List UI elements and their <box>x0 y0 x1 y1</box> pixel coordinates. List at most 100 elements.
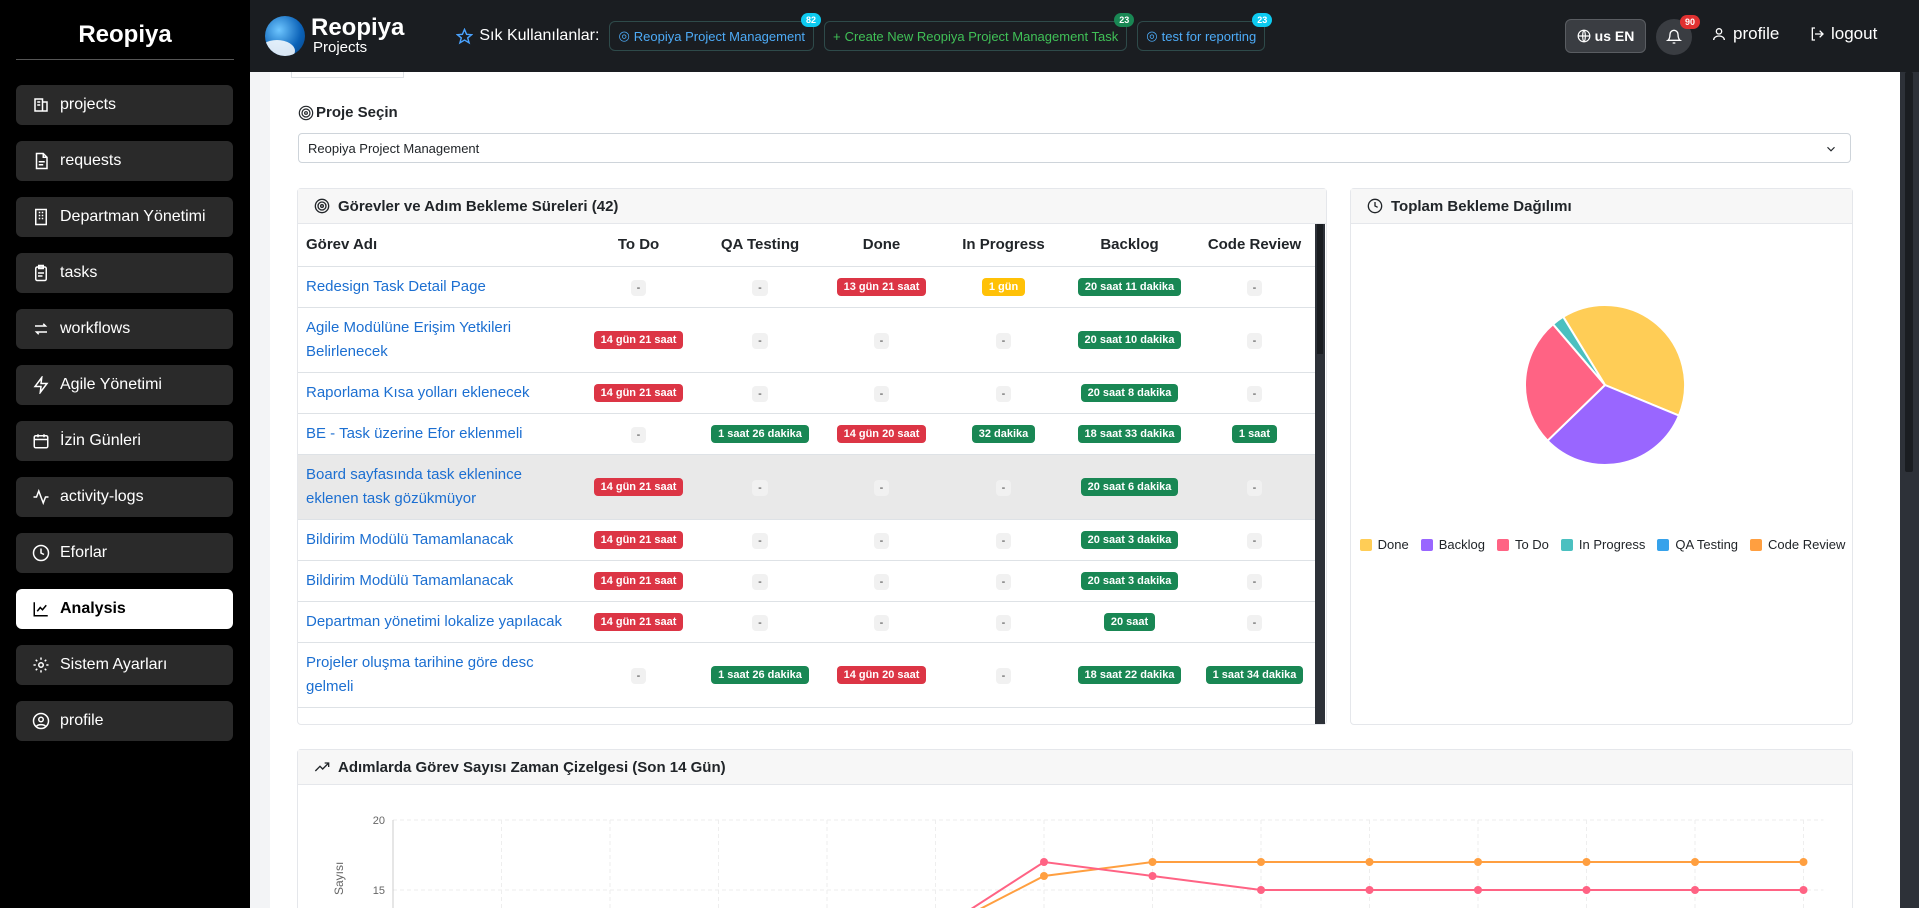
data-point[interactable] <box>1474 858 1482 866</box>
data-point[interactable] <box>1799 886 1808 894</box>
tasks-icon <box>35 264 47 282</box>
table-scrollbar[interactable] <box>1315 224 1325 724</box>
sidebar-item-profile[interactable]: profile <box>16 701 233 741</box>
sidebar-item-i-zin-g-nleri[interactable]: İzin Günleri <box>16 421 233 461</box>
task-name-link[interactable]: Bildirim Modülü Tamamlanacak <box>298 560 578 602</box>
table-row[interactable]: Bildirim Modülü Tamamlanacak 14 gün 21 sa… <box>298 560 1315 602</box>
legend-item[interactable]: Backlog <box>1420 537 1485 552</box>
user-circle-icon <box>32 712 50 730</box>
data-point[interactable] <box>1582 886 1591 894</box>
sidebar-item-label: profile <box>60 712 104 729</box>
duration-cell: - <box>942 519 1065 561</box>
sidebar-item-sistem-ayarlar-[interactable]: Sistem Ayarları <box>16 645 233 685</box>
table-row[interactable]: Redesign Task Detail Page - - 13 gün 21 saa… <box>298 266 1315 308</box>
duration-cell: 1 saat 26 dakika <box>699 413 821 455</box>
task-name-link[interactable]: Board sayfasında task eklenince eklenen … <box>298 454 578 520</box>
column-header[interactable]: Backlog <box>1065 224 1194 267</box>
duration-cell: 20 saat 3 dakika <box>1065 519 1194 561</box>
legend-item[interactable]: Code Review <box>1750 537 1845 552</box>
column-header[interactable]: Code Review <box>1194 224 1315 267</box>
table-row[interactable]: Raporlama Kısa yolları eklenecek 14 gün 2… <box>298 372 1315 414</box>
column-header[interactable]: To Do <box>578 224 699 267</box>
sidebar-item-label: Departman Yönetimi <box>60 208 206 225</box>
task-name-link[interactable]: Agile Modülüne Erişim Yetkileri Belirlen… <box>298 307 578 373</box>
data-point[interactable] <box>1365 886 1374 894</box>
task-name-link[interactable]: Redesign Task Detail Page <box>298 266 578 308</box>
table-row[interactable]: Agile Modülüne Erişim Yetkileri Belirlen… <box>298 307 1315 373</box>
duration-badge: 14 gün 21 saat <box>593 384 684 402</box>
duration-cell: - <box>1194 560 1315 602</box>
timeline-card: Adımlarda Görev Sayısı Zaman Çizelgesi (… <box>297 749 1853 908</box>
task-name-link[interactable]: BE - Task üzerine Efor eklenmeli <box>298 413 578 455</box>
task-name-link[interactable]: Departman yönetimi lokalize yapılacak <box>298 601 578 643</box>
favorite-chip[interactable]: ◎ Reopiya Project Management 82 <box>609 13 822 51</box>
data-point[interactable] <box>1148 858 1157 866</box>
sidebar-brand: Reopiya <box>16 0 234 60</box>
profile-link[interactable]: profile <box>1711 24 1779 44</box>
data-point[interactable] <box>1040 872 1048 880</box>
data-point[interactable] <box>1799 858 1808 866</box>
empty-badge: - <box>995 614 1012 631</box>
sidebar-item-projects[interactable]: projects <box>16 85 233 125</box>
project-select[interactable]: Reopiya Project Management <box>298 133 1851 163</box>
table-row[interactable]: Bildirim Modülü Tamamlanacak 14 gün 21 sa… <box>298 519 1315 561</box>
timeline-chart: 15 20 Sayısı <box>332 815 1824 908</box>
legend-swatch <box>1420 538 1433 551</box>
column-header[interactable]: In Progress <box>942 224 1065 267</box>
data-point[interactable] <box>1474 886 1482 894</box>
page-scrollbar[interactable] <box>1900 72 1919 908</box>
duration-cell: - <box>1194 266 1315 308</box>
legend-swatch <box>1750 538 1763 551</box>
favorite-chip[interactable]: + Create New Reopiya Project Management T… <box>824 13 1135 51</box>
table-row[interactable]: BE - Task üzerine Efor eklenmeli - 1 saat … <box>298 413 1315 455</box>
notifications-button[interactable]: 90 <box>1656 15 1700 55</box>
duration-cell: 14 gün 20 saat <box>821 642 942 708</box>
duration-cell: - <box>578 413 699 455</box>
table-row[interactable]: Projeler oluşma tarihine göre desc gelme… <box>298 642 1315 708</box>
legend-item[interactable]: To Do <box>1496 537 1549 552</box>
duration-badge: 18 saat 22 dakika <box>1077 666 1182 684</box>
empty-badge: - <box>630 667 647 684</box>
duration-cell: - <box>942 642 1065 708</box>
data-point[interactable] <box>1691 886 1699 894</box>
data-point[interactable] <box>1148 872 1157 880</box>
duration-cell: 20 saat <box>1065 601 1194 643</box>
pie-card-header: Toplam Bekleme Dağılımı <box>1351 189 1852 224</box>
sidebar-item-agile-y-netimi[interactable]: Agile Yönetimi <box>16 365 233 405</box>
sidebar-item-eforlar[interactable]: Eforlar <box>16 533 233 573</box>
language-button[interactable]: us EN <box>1565 19 1646 53</box>
duration-badge: 1 saat 26 dakika <box>711 666 809 684</box>
data-point[interactable] <box>1582 858 1591 866</box>
legend-item[interactable]: Done <box>1359 537 1409 552</box>
duration-badge: 20 saat <box>1103 613 1156 631</box>
legend-item[interactable]: QA Testing <box>1657 537 1738 552</box>
legend-item[interactable]: In Progress <box>1560 537 1645 552</box>
data-point[interactable] <box>1040 858 1048 866</box>
sidebar-item-analysis[interactable]: Analysis <box>16 589 233 629</box>
legend-swatch <box>1657 538 1670 551</box>
data-point[interactable] <box>1365 858 1374 866</box>
empty-badge: - <box>1246 614 1263 631</box>
task-name-link[interactable]: Bildirim Modülü Tamamlanacak <box>298 519 578 561</box>
table-row[interactable]: Board sayfasında task eklenince eklenen … <box>298 454 1315 520</box>
data-point[interactable] <box>1257 858 1265 866</box>
column-header[interactable]: QA Testing <box>699 224 821 267</box>
table-row[interactable]: Departman yönetimi lokalize yapılacak 14 … <box>298 601 1315 643</box>
empty-badge: - <box>873 332 890 349</box>
empty-badge: - <box>752 573 768 590</box>
sidebar-item-requests[interactable]: requests <box>16 141 233 181</box>
logo[interactable]: Reopiya Projects <box>265 16 404 56</box>
data-point[interactable] <box>1257 886 1265 894</box>
logout-link[interactable]: logout <box>1809 24 1877 44</box>
sidebar-item-activity-logs[interactable]: activity-logs <box>16 477 233 517</box>
column-header[interactable]: Görev Adı <box>298 224 578 267</box>
sidebar-item-departman-y-netimi[interactable]: Departman Yönetimi <box>16 197 233 237</box>
data-point[interactable] <box>1691 858 1699 866</box>
sidebar-item-workflows[interactable]: workflows <box>16 309 233 349</box>
sidebar-item-tasks[interactable]: tasks <box>16 253 233 293</box>
favorite-chip[interactable]: ◎ test for reporting 23 <box>1137 13 1273 51</box>
task-name-link[interactable]: Projeler oluşma tarihine göre desc gelme… <box>298 642 578 708</box>
sidebar-nav: projects requests Departman Yönetimi tasks w… <box>0 85 250 741</box>
column-header[interactable]: Done <box>821 224 942 267</box>
task-name-link[interactable]: Raporlama Kısa yolları eklenecek <box>298 372 578 414</box>
